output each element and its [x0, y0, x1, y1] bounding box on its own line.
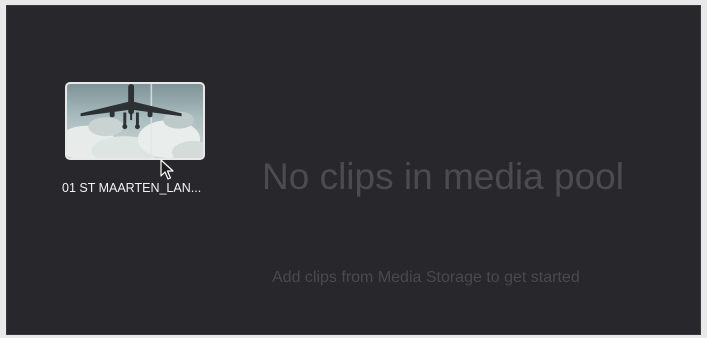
airplane-thumbnail-image	[67, 84, 203, 158]
clip-name-label: 01 ST MAARTEN_LAN...	[62, 181, 202, 195]
media-pool-panel[interactable]: 01 ST MAARTEN_LAN... No clips in media p…	[6, 5, 701, 335]
pointer-cursor-icon	[160, 159, 174, 180]
empty-state-title: No clips in media pool	[262, 156, 624, 197]
clip-thumbnail[interactable]	[65, 82, 205, 160]
empty-state-subtitle: Add clips from Media Storage to get star…	[272, 269, 580, 286]
